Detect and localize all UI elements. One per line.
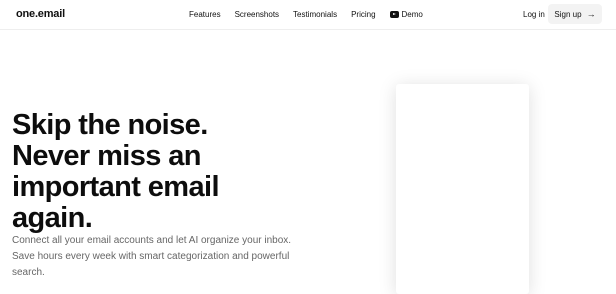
- signup-button[interactable]: Sign up →: [548, 4, 602, 24]
- hero-headline-line: Skip the noise.: [12, 109, 208, 141]
- nav-link-demo[interactable]: Demo: [389, 10, 423, 19]
- brand-logo[interactable]: one.email: [16, 8, 65, 20]
- hero-headline-line: Never miss an: [12, 140, 201, 172]
- nav-link-testimonials[interactable]: Testimonials: [293, 10, 337, 19]
- nav-link-features[interactable]: Features: [189, 10, 221, 19]
- signup-button-label: Sign up: [554, 9, 582, 19]
- arrow-right-icon: →: [586, 8, 596, 19]
- login-link[interactable]: Log in: [523, 10, 545, 19]
- hero-headline-line: again.: [12, 202, 93, 234]
- nav-link-pricing[interactable]: Pricing: [351, 10, 375, 19]
- hero-subtext: Connect all your email accounts and let …: [12, 235, 292, 278]
- nav-link-demo-label: Demo: [401, 10, 423, 19]
- hero-headline-line: important email: [12, 171, 220, 203]
- youtube-icon: [389, 11, 399, 18]
- nav-link-screenshots[interactable]: Screenshots: [235, 10, 279, 19]
- nav-links: Features Screenshots Testimonials Pricin…: [189, 10, 423, 19]
- hero-headline: Skip the noise. Never miss an important …: [12, 110, 312, 234]
- top-navbar: one.email Features Screenshots Testimoni…: [0, 0, 616, 30]
- app-preview-card: [396, 84, 529, 294]
